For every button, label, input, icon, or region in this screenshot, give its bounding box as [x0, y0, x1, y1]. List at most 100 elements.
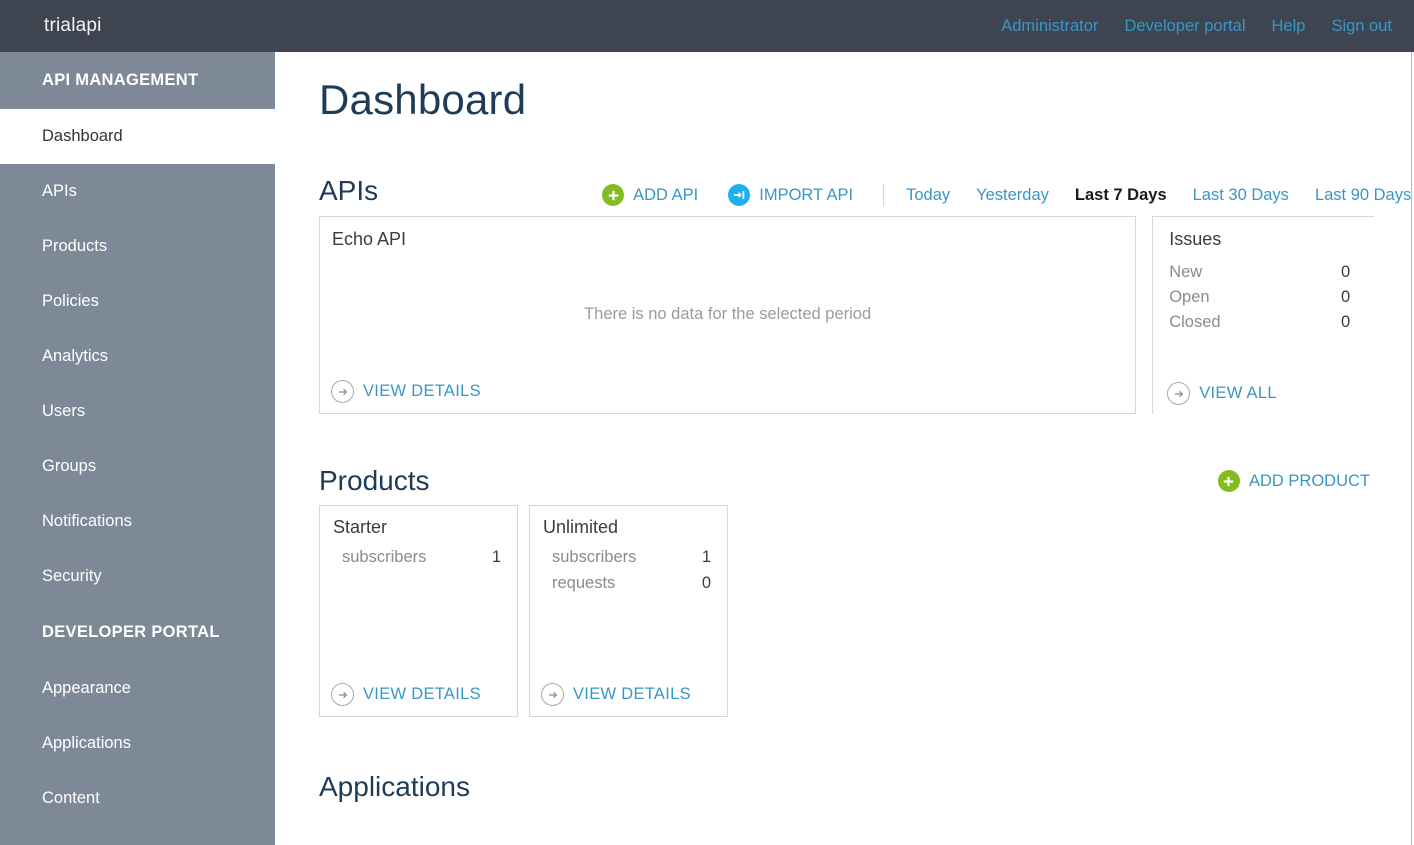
sidebar-item-policies[interactable]: Policies [0, 274, 275, 329]
issues-title: Issues [1169, 229, 1222, 249]
sidebar-item-label: Security [42, 567, 102, 585]
issues-view-all-link[interactable]: VIEW ALL [1167, 382, 1277, 405]
product-name: Starter [333, 517, 388, 537]
issues-label: Closed [1169, 313, 1221, 331]
issues-label: New [1169, 263, 1203, 281]
range-yesterday[interactable]: Yesterday [976, 186, 1049, 205]
sidebar-item-apis[interactable]: APIs [0, 164, 275, 219]
product-view-details-label: VIEW DETAILS [573, 685, 691, 703]
apis-section-header: APIs ADD API IMPORT API Today Yesterday … [319, 172, 1414, 206]
arrow-circle-icon [541, 683, 564, 706]
arrow-circle-icon [331, 380, 354, 403]
import-api-label: IMPORT API [759, 185, 854, 204]
sidebar-item-label: Content [42, 789, 100, 807]
issues-panel: Issues New 0 Open 0 Closed 0 VIEW ALL [1152, 216, 1374, 414]
issues-label: Open [1169, 288, 1210, 306]
sidebar-item-notifications[interactable]: Notifications [0, 494, 275, 549]
sidebar-item-users[interactable]: Users [0, 384, 275, 439]
right-edge-divider [1411, 52, 1412, 845]
sidebar-item-label: Notifications [42, 512, 132, 530]
plus-circle-icon [1217, 470, 1240, 492]
add-product-label: ADD PRODUCT [1248, 471, 1370, 490]
product-view-details-link[interactable]: VIEW DETAILS [331, 683, 481, 706]
dashboard-page: trialapi Administrator Developer portal … [0, 0, 1414, 845]
sidebar-item-analytics[interactable]: Analytics [0, 329, 275, 384]
issues-row-open: Open 0 [1169, 285, 1350, 310]
add-api-label: ADD API [633, 185, 699, 204]
arrow-circle-icon [1167, 382, 1191, 405]
top-bar: trialapi Administrator Developer portal … [0, 0, 1414, 52]
product-view-details-label: VIEW DETAILS [363, 685, 481, 703]
sidebar-heading-developer-portal: DEVELOPER PORTAL [42, 623, 220, 641]
products-section-header: Products ADD PRODUCT [319, 466, 1370, 496]
add-product-button[interactable]: ADD PRODUCT [1217, 470, 1370, 492]
sidebar-item-label: APIs [42, 182, 77, 200]
product-card-starter: Starter subscribers 1 VIEW DETAILS [319, 505, 518, 717]
product-stat-requests: requests 0 [552, 570, 711, 596]
range-today[interactable]: Today [906, 186, 950, 205]
sidebar-item-label: Dashboard [42, 127, 123, 145]
product-stat-subscribers: subscribers 1 [552, 544, 711, 570]
sidebar-item-products[interactable]: Products [0, 219, 275, 274]
sidebar-item-applications[interactable]: Applications [0, 716, 275, 771]
issues-value: 0 [1341, 288, 1351, 306]
products-row: Starter subscribers 1 VIEW DETAILS Unlim… [319, 505, 1414, 717]
apis-row: Echo API There is no data for the select… [319, 216, 1374, 414]
arrow-circle-icon [331, 683, 354, 706]
top-nav: Administrator Developer portal Help Sign… [1001, 17, 1392, 36]
sidebar-item-content[interactable]: Content [0, 771, 275, 826]
issues-row-new: New 0 [1169, 260, 1350, 285]
plus-circle-icon [602, 184, 625, 206]
sidebar: API MANAGEMENT Dashboard APIs Products P… [0, 52, 275, 845]
sidebar-item-label: Groups [42, 457, 97, 475]
product-view-details-link[interactable]: VIEW DETAILS [541, 683, 691, 706]
api-view-details-label: VIEW DETAILS [363, 382, 481, 400]
sidebar-item-dashboard[interactable]: Dashboard [0, 109, 275, 164]
product-stat-subscribers: subscribers 1 [342, 544, 501, 570]
product-stat-value: 1 [491, 548, 501, 566]
sidebar-item-security[interactable]: Security [0, 549, 275, 604]
sidebar-item-label: Users [42, 402, 86, 420]
range-last-7-days[interactable]: Last 7 Days [1075, 186, 1167, 205]
product-card-unlimited: Unlimited subscribers 1 requests 0 VIEW … [529, 505, 728, 717]
api-card-empty-message: There is no data for the selected period [584, 305, 872, 323]
sidebar-item-label: Appearance [42, 679, 131, 697]
add-api-button[interactable]: ADD API [602, 184, 698, 206]
time-range-tabs: Today Yesterday Last 7 Days Last 30 Days… [906, 186, 1411, 205]
apis-section-title: APIs [319, 175, 379, 206]
sidebar-item-groups[interactable]: Groups [0, 439, 275, 494]
range-last-90-days[interactable]: Last 90 Days [1315, 186, 1411, 205]
sidebar-heading-api-management: API MANAGEMENT [42, 71, 199, 89]
sidebar-item-label: Policies [42, 292, 99, 310]
page-title: Dashboard [319, 76, 527, 123]
applications-section-title: Applications [319, 771, 470, 802]
product-name: Unlimited [543, 517, 619, 537]
toolbar-divider [883, 184, 885, 206]
issues-value: 0 [1341, 313, 1351, 331]
issues-value: 0 [1341, 263, 1351, 281]
apis-actions: ADD API IMPORT API Today Yesterday Last … [602, 184, 1411, 206]
product-stat-value: 0 [701, 574, 711, 592]
range-last-30-days[interactable]: Last 30 Days [1193, 186, 1289, 205]
issues-row-closed: Closed 0 [1169, 310, 1350, 335]
import-api-button[interactable]: IMPORT API [728, 184, 853, 206]
top-nav-sign-out[interactable]: Sign out [1331, 17, 1392, 36]
api-card-echo-api: Echo API There is no data for the select… [319, 216, 1137, 414]
applications-section-header: Applications [319, 772, 1414, 802]
api-view-details-link[interactable]: VIEW DETAILS [331, 380, 481, 403]
api-card-title: Echo API [332, 229, 407, 249]
sidebar-item-label: Applications [42, 734, 131, 752]
top-nav-administrator[interactable]: Administrator [1001, 17, 1098, 36]
sidebar-item-label: Products [42, 237, 108, 255]
sidebar-item-appearance[interactable]: Appearance [0, 661, 275, 716]
sidebar-item-label: Analytics [42, 347, 109, 365]
main-content: Dashboard APIs ADD API IMPORT API Today … [275, 52, 1414, 845]
product-stat-label: subscribers [342, 548, 427, 566]
top-nav-developer-portal[interactable]: Developer portal [1124, 17, 1245, 36]
product-stat-value: 1 [701, 548, 711, 566]
products-section-title: Products [319, 465, 430, 496]
top-nav-help[interactable]: Help [1272, 17, 1306, 36]
issues-view-all-label: VIEW ALL [1199, 384, 1277, 402]
brand-title: trialapi [44, 15, 102, 36]
import-arrow-icon [728, 184, 751, 206]
